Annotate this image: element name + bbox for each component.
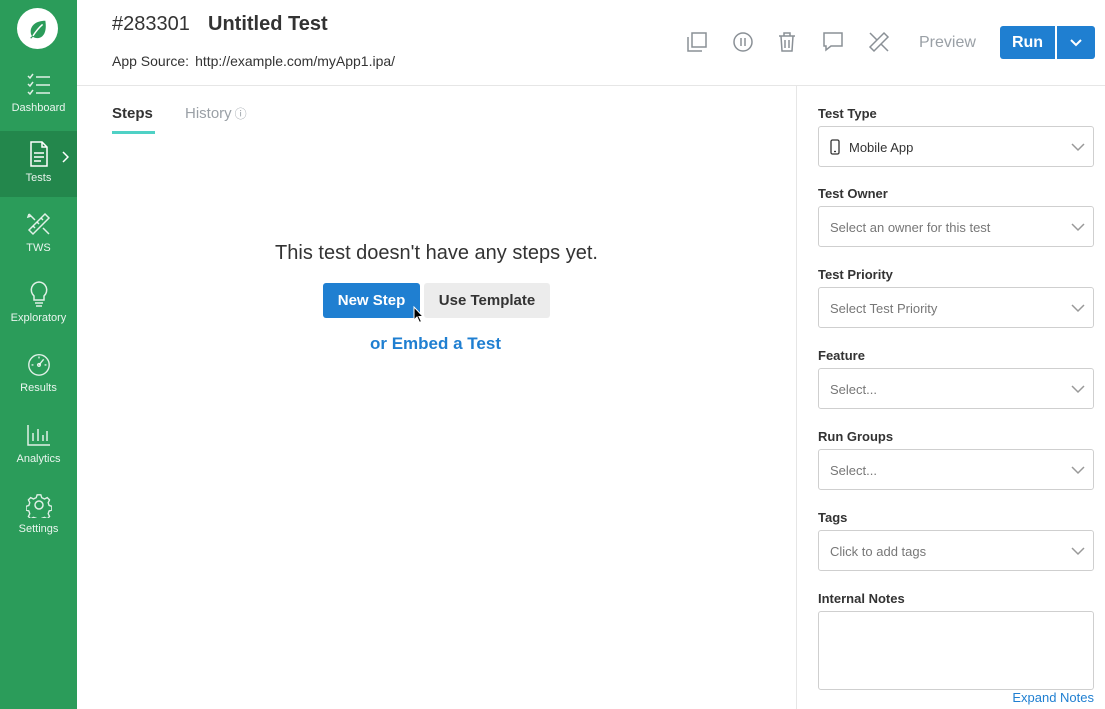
trash-icon[interactable] [775,30,799,54]
run-groups-label: Run Groups [818,429,894,444]
tab-active-underline [112,131,155,134]
info-icon: ⓘ [234,107,247,121]
run-groups-select[interactable]: Select... [818,449,1094,490]
chevron-down-icon [1067,297,1089,319]
tags-placeholder: Click to add tags [830,544,927,559]
test-type-select[interactable]: Mobile App [818,126,1094,167]
internal-notes-label: Internal Notes [818,591,905,606]
phone-icon [830,139,840,160]
chevron-down-icon [1067,216,1089,238]
header: #283301 Untitled Test App Source: http://… [77,0,1105,86]
tab-steps[interactable]: Steps [112,105,153,122]
sidebar-item-label: Settings [18,523,59,535]
test-owner-placeholder: Select an owner for this test [830,220,991,235]
run-button[interactable]: Run [1000,26,1055,59]
tab-history-label: History [185,105,232,122]
logo[interactable] [17,8,58,49]
pause-icon[interactable] [731,30,755,54]
sidebar-item-exploratory[interactable]: Exploratory [0,271,77,337]
chevron-down-icon [1067,378,1089,400]
app-source-url: http://example.com/myApp1.ipa/ [195,53,396,69]
test-priority-label: Test Priority [818,267,893,282]
copy-icon[interactable] [685,30,709,54]
chevron-right-icon [61,150,70,168]
gauge-icon [26,351,52,377]
chevron-down-icon [1070,38,1082,46]
expand-notes-link[interactable]: Expand Notes [1012,690,1094,705]
sidebar-item-tests[interactable]: Tests [0,131,77,197]
sidebar-item-label: Analytics [16,453,61,465]
test-owner-select[interactable]: Select an owner for this test [818,206,1094,247]
sidebar-item-label: Results [20,382,57,394]
chevron-down-icon [1067,459,1089,481]
sidebar-item-dashboard[interactable]: Dashboard [0,61,77,127]
comment-icon[interactable] [821,30,845,54]
chevron-down-icon [1067,136,1089,158]
preview-button[interactable]: Preview [919,34,976,52]
leaf-logo-icon [29,20,46,39]
tools-icon[interactable] [867,30,891,54]
internal-notes-textarea[interactable] [818,611,1094,690]
empty-state-message: This test doesn't have any steps yet. [275,242,598,264]
test-priority-select[interactable]: Select Test Priority [818,287,1094,328]
feature-select[interactable]: Select... [818,368,1094,409]
test-type-value: Mobile App [849,140,914,155]
sidebar-item-label: Dashboard [11,102,66,114]
test-owner-label: Test Owner [818,186,888,201]
run-groups-placeholder: Select... [830,463,877,478]
use-template-button[interactable]: Use Template [424,283,550,318]
gear-icon [25,492,52,518]
test-properties-panel: Test Type Mobile App Test Owner Select a… [796,86,1105,709]
test-type-label: Test Type [818,106,877,121]
tools-icon [26,211,52,237]
test-title[interactable]: Untitled Test [208,13,328,36]
sidebar-item-settings[interactable]: Settings [0,482,77,548]
dashboard-icon [26,71,52,97]
sidebar-item-analytics[interactable]: Analytics [0,412,77,478]
feature-placeholder: Select... [830,382,877,397]
new-step-button[interactable]: New Step [323,283,420,318]
feature-label: Feature [818,348,865,363]
app-source: App Source: http://example.com/myApp1.ipa… [112,53,395,69]
app-source-label: App Source: [112,53,190,69]
sidebar: Dashboard Tests TWS Exploratory Results … [0,0,77,709]
lightbulb-icon [26,281,52,307]
tags-label: Tags [818,510,848,525]
tab-history[interactable]: History ⓘ [185,105,247,122]
sidebar-item-results[interactable]: Results [0,341,77,407]
sidebar-item-label: Exploratory [10,312,67,324]
test-id: #283301 [112,13,190,35]
tags-select[interactable]: Click to add tags [818,530,1094,571]
run-dropdown-button[interactable] [1057,26,1095,59]
bar-chart-icon [26,422,52,448]
chevron-down-icon [1067,540,1089,562]
document-icon [26,141,52,167]
mouse-cursor-icon [413,305,425,329]
sidebar-item-label: Tests [25,172,52,184]
embed-test-link[interactable]: or Embed a Test [370,334,501,354]
test-priority-placeholder: Select Test Priority [830,301,938,316]
